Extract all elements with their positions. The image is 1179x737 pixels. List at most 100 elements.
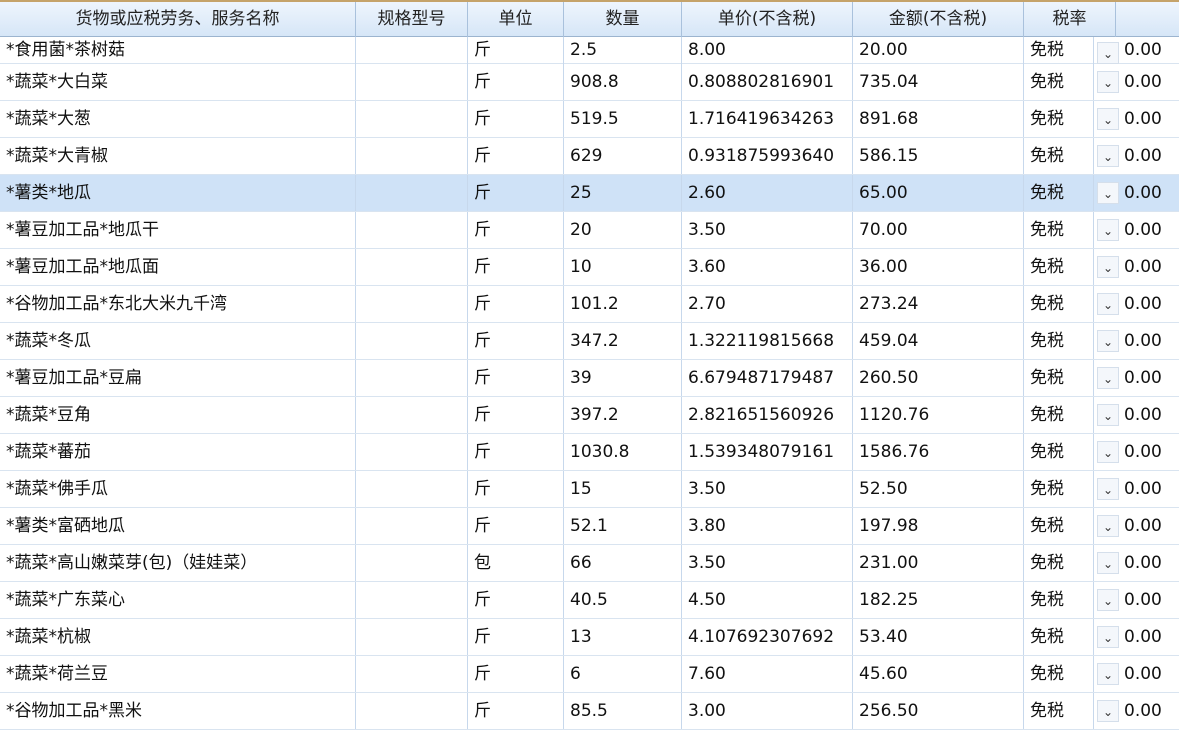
- chevron-down-icon[interactable]: ⌄: [1097, 404, 1119, 426]
- item-name-cell[interactable]: *薯豆加工品*地瓜干: [0, 212, 356, 248]
- item-name-cell[interactable]: *蔬菜*蕃茄: [0, 434, 356, 470]
- unit-cell[interactable]: 斤: [468, 471, 564, 507]
- item-name-cell[interactable]: *蔬菜*佛手瓜: [0, 471, 356, 507]
- unit-cell[interactable]: 斤: [468, 656, 564, 692]
- amount-cell[interactable]: 1120.76: [853, 397, 1024, 433]
- unit-price-cell[interactable]: 3.50: [682, 545, 853, 581]
- chevron-down-icon[interactable]: ⌄: [1097, 589, 1119, 611]
- tax-cell[interactable]: 0.00: [1122, 175, 1179, 211]
- unit-cell[interactable]: 斤: [468, 138, 564, 174]
- chevron-down-icon[interactable]: ⌄: [1097, 108, 1119, 130]
- tax-rate-dropdown[interactable]: ⌄: [1094, 175, 1122, 211]
- item-name-cell[interactable]: *蔬菜*高山嫩菜芽(包)（娃娃菜）: [0, 545, 356, 581]
- tax-rate-cell[interactable]: 免税: [1024, 545, 1094, 581]
- chevron-down-icon[interactable]: ⌄: [1097, 256, 1119, 278]
- unit-price-cell[interactable]: 3.80: [682, 508, 853, 544]
- tax-rate-cell[interactable]: 免税: [1024, 286, 1094, 322]
- spec-cell[interactable]: [356, 471, 468, 507]
- tax-rate-cell[interactable]: 免税: [1024, 37, 1094, 64]
- quantity-cell[interactable]: 519.5: [564, 101, 682, 137]
- spec-cell[interactable]: [356, 323, 468, 359]
- header-unit-price[interactable]: 单价(不含税): [682, 2, 853, 37]
- quantity-cell[interactable]: 39: [564, 360, 682, 396]
- table-row[interactable]: *谷物加工品*黑米 斤 85.5 3.00 256.50 免税 ⌄ 0.00: [0, 693, 1179, 730]
- unit-price-cell[interactable]: 2.60: [682, 175, 853, 211]
- tax-rate-dropdown[interactable]: ⌄: [1094, 64, 1122, 100]
- unit-cell[interactable]: 斤: [468, 508, 564, 544]
- table-row[interactable]: *薯豆加工品*地瓜干 斤 20 3.50 70.00 免税 ⌄ 0.00: [0, 212, 1179, 249]
- tax-cell[interactable]: 0.00: [1122, 37, 1179, 64]
- table-row[interactable]: *谷物加工品*东北大米九千湾 斤 101.2 2.70 273.24 免税 ⌄ 0.00: [0, 286, 1179, 323]
- unit-price-cell[interactable]: 8.00: [682, 37, 853, 64]
- tax-cell[interactable]: 0.00: [1122, 545, 1179, 581]
- chevron-down-icon[interactable]: ⌄: [1097, 515, 1119, 537]
- unit-price-cell[interactable]: 1.322119815668: [682, 323, 853, 359]
- unit-cell[interactable]: 斤: [468, 397, 564, 433]
- unit-cell[interactable]: 斤: [468, 286, 564, 322]
- item-name-cell[interactable]: *蔬菜*大青椒: [0, 138, 356, 174]
- amount-cell[interactable]: 586.15: [853, 138, 1024, 174]
- item-name-cell[interactable]: *蔬菜*荷兰豆: [0, 656, 356, 692]
- chevron-down-icon[interactable]: ⌄: [1097, 145, 1119, 167]
- tax-cell[interactable]: 0.00: [1122, 656, 1179, 692]
- unit-cell[interactable]: 斤: [468, 212, 564, 248]
- spec-cell[interactable]: [356, 434, 468, 470]
- tax-rate-cell[interactable]: 免税: [1024, 101, 1094, 137]
- unit-cell[interactable]: 斤: [468, 619, 564, 655]
- table-row[interactable]: *蔬菜*杭椒 斤 13 4.107692307692 53.40 免税 ⌄ 0.00: [0, 619, 1179, 656]
- item-name-cell[interactable]: *谷物加工品*黑米: [0, 693, 356, 729]
- tax-cell[interactable]: 0.00: [1122, 471, 1179, 507]
- tax-rate-cell[interactable]: 免税: [1024, 582, 1094, 618]
- tax-rate-cell[interactable]: 免税: [1024, 175, 1094, 211]
- tax-rate-cell[interactable]: 免税: [1024, 360, 1094, 396]
- table-row[interactable]: *蔬菜*广东菜心 斤 40.5 4.50 182.25 免税 ⌄ 0.00: [0, 582, 1179, 619]
- tax-cell[interactable]: 0.00: [1122, 212, 1179, 248]
- table-row[interactable]: *蔬菜*冬瓜 斤 347.2 1.322119815668 459.04 免税 ⌄ 0.00: [0, 323, 1179, 360]
- header-amount[interactable]: 金额(不含税): [853, 2, 1024, 37]
- item-name-cell[interactable]: *蔬菜*大葱: [0, 101, 356, 137]
- quantity-cell[interactable]: 85.5: [564, 693, 682, 729]
- tax-cell[interactable]: 0.00: [1122, 101, 1179, 137]
- header-name[interactable]: 货物或应税劳务、服务名称: [0, 2, 356, 37]
- header-unit[interactable]: 单位: [468, 2, 564, 37]
- chevron-down-icon[interactable]: ⌄: [1097, 478, 1119, 500]
- tax-cell[interactable]: 0.00: [1122, 323, 1179, 359]
- tax-rate-dropdown[interactable]: ⌄: [1094, 582, 1122, 618]
- unit-price-cell[interactable]: 3.00: [682, 693, 853, 729]
- table-row[interactable]: *食用菌*茶树菇 斤 2.5 8.00 20.00 免税 ⌄ 0.00: [0, 37, 1179, 64]
- header-tax[interactable]: 税: [1116, 2, 1179, 37]
- tax-cell[interactable]: 0.00: [1122, 619, 1179, 655]
- tax-rate-cell[interactable]: 免税: [1024, 138, 1094, 174]
- unit-cell[interactable]: 斤: [468, 249, 564, 285]
- table-row[interactable]: *蔬菜*大白菜 斤 908.8 0.808802816901 735.04 免税 ⌄ 0.00: [0, 64, 1179, 101]
- tax-rate-dropdown[interactable]: ⌄: [1094, 101, 1122, 137]
- spec-cell[interactable]: [356, 286, 468, 322]
- tax-cell[interactable]: 0.00: [1122, 434, 1179, 470]
- header-tax-rate[interactable]: 税率: [1024, 2, 1116, 37]
- table-row[interactable]: *薯豆加工品*豆扁 斤 39 6.679487179487 260.50 免税 ⌄ 0.00: [0, 360, 1179, 397]
- unit-price-cell[interactable]: 0.808802816901: [682, 64, 853, 100]
- tax-rate-cell[interactable]: 免税: [1024, 249, 1094, 285]
- quantity-cell[interactable]: 2.5: [564, 37, 682, 64]
- quantity-cell[interactable]: 52.1: [564, 508, 682, 544]
- spec-cell[interactable]: [356, 545, 468, 581]
- tax-rate-cell[interactable]: 免税: [1024, 471, 1094, 507]
- quantity-cell[interactable]: 101.2: [564, 286, 682, 322]
- table-row[interactable]: *蔬菜*蕃茄 斤 1030.8 1.539348079161 1586.76 免税 ⌄ 0.0…: [0, 434, 1179, 471]
- chevron-down-icon[interactable]: ⌄: [1097, 42, 1119, 64]
- unit-cell[interactable]: 斤: [468, 360, 564, 396]
- unit-price-cell[interactable]: 6.679487179487: [682, 360, 853, 396]
- spec-cell[interactable]: [356, 693, 468, 729]
- unit-cell[interactable]: 斤: [468, 175, 564, 211]
- item-name-cell[interactable]: *蔬菜*广东菜心: [0, 582, 356, 618]
- spec-cell[interactable]: [356, 508, 468, 544]
- chevron-down-icon[interactable]: ⌄: [1097, 182, 1119, 204]
- spec-cell[interactable]: [356, 360, 468, 396]
- unit-cell[interactable]: 斤: [468, 64, 564, 100]
- quantity-cell[interactable]: 20: [564, 212, 682, 248]
- quantity-cell[interactable]: 629: [564, 138, 682, 174]
- spec-cell[interactable]: [356, 397, 468, 433]
- amount-cell[interactable]: 65.00: [853, 175, 1024, 211]
- amount-cell[interactable]: 197.98: [853, 508, 1024, 544]
- unit-cell[interactable]: 斤: [468, 582, 564, 618]
